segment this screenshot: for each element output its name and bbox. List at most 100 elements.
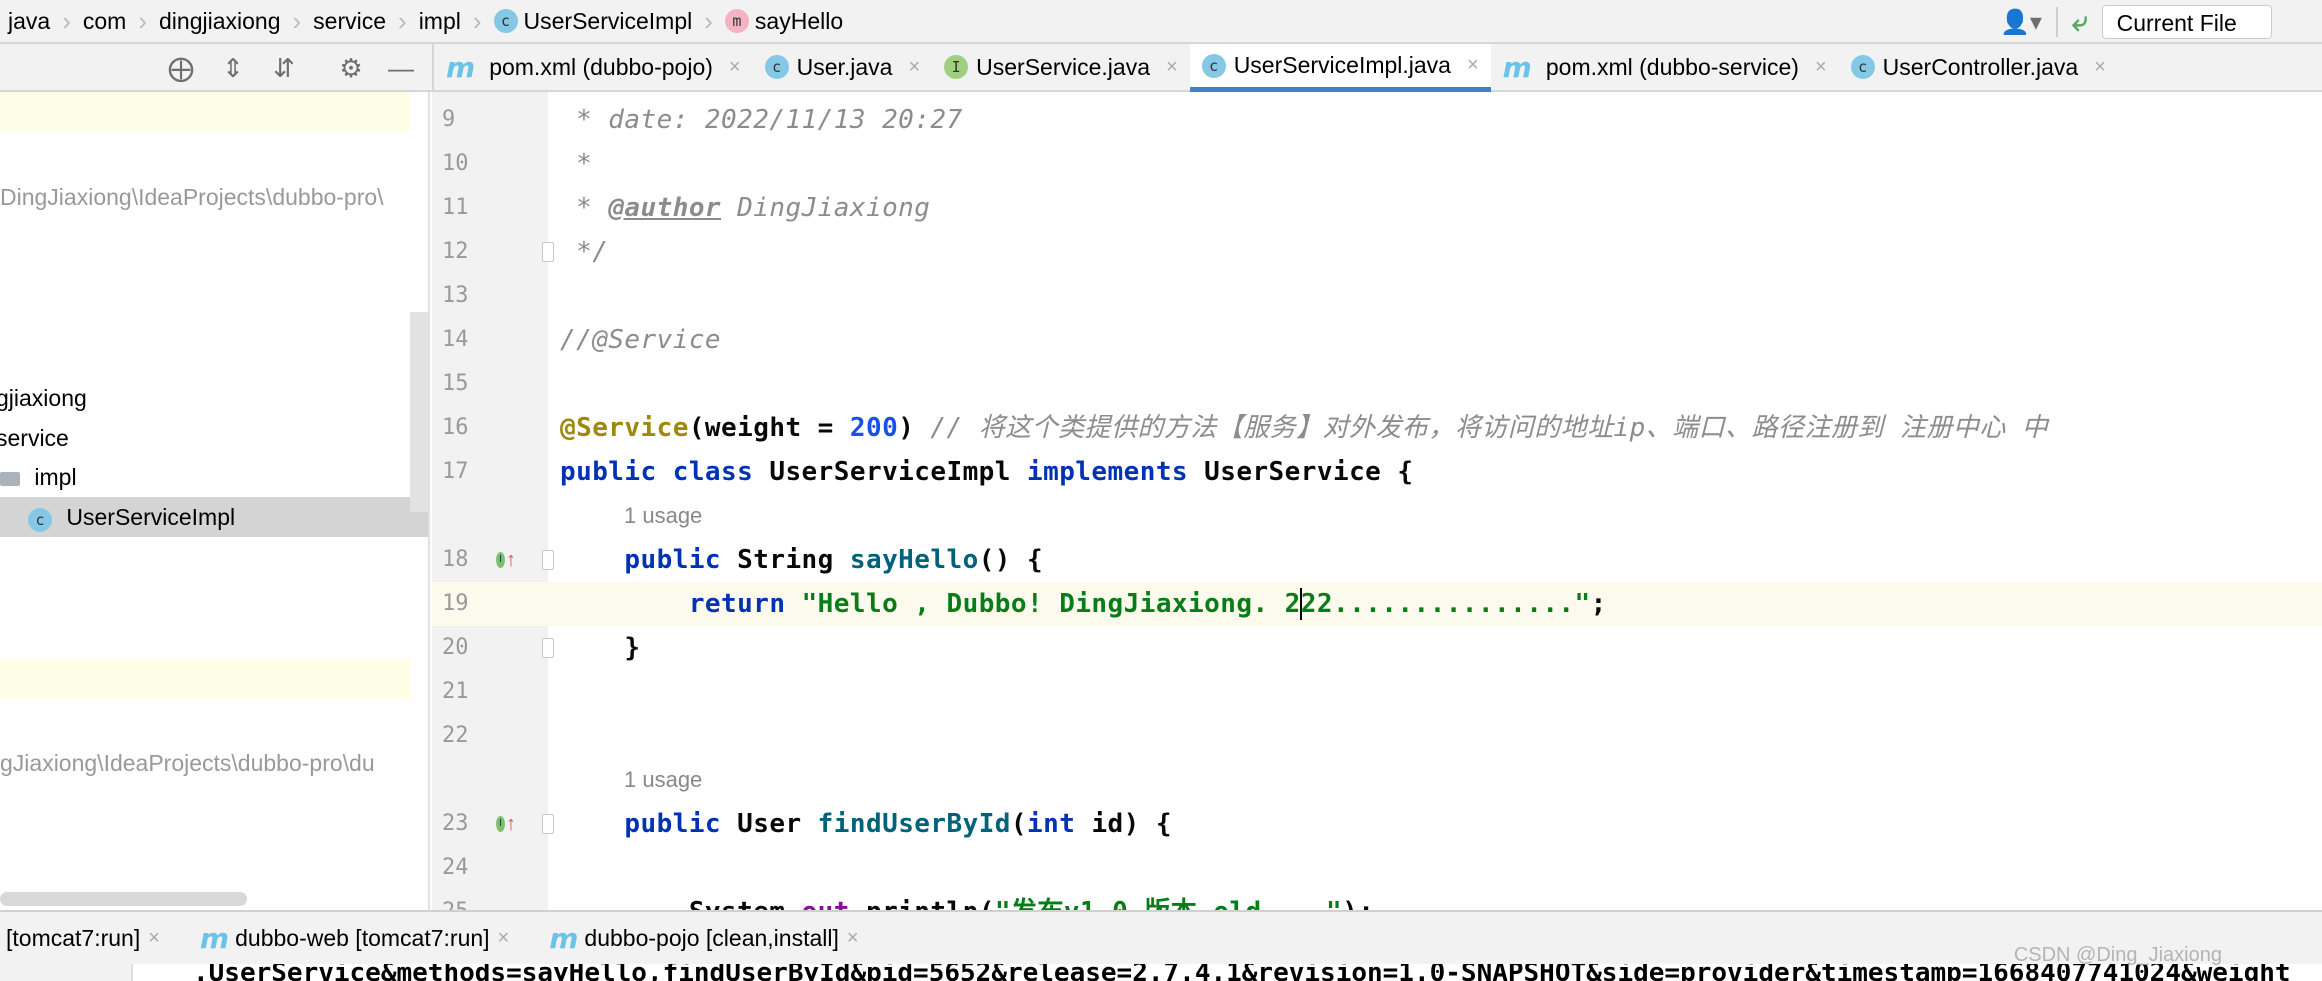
close-icon[interactable]: ×	[2094, 56, 2106, 79]
class-icon: c	[493, 9, 518, 33]
class-icon: c	[1201, 53, 1226, 78]
token-annotation: @Service	[560, 413, 689, 443]
close-icon[interactable]: ×	[148, 927, 160, 950]
usage-hint[interactable]: 1 usage	[624, 494, 702, 538]
chevron-right-icon: ›	[62, 5, 71, 36]
code-line: 12 */	[432, 230, 2322, 274]
close-icon[interactable]: ×	[1815, 56, 1827, 79]
code-line: 14 //@Service	[432, 318, 2322, 362]
token-field: out	[802, 897, 850, 910]
maven-icon: m	[1502, 50, 1532, 84]
class-icon: c	[764, 55, 789, 79]
fold-icon[interactable]	[542, 242, 554, 262]
collapse-all-icon[interactable]: ⇵	[268, 52, 300, 84]
token-plain: id) {	[1091, 809, 1172, 839]
implements-icon[interactable]: I ↑	[496, 549, 516, 571]
line-number: 12	[442, 239, 469, 264]
token-plain: .println(	[850, 897, 995, 910]
token-plain: () {	[978, 545, 1044, 575]
vertical-scrollbar[interactable]	[410, 312, 428, 512]
breadcrumb-item[interactable]: com	[83, 8, 126, 35]
run-tab[interactable]: m dubbo-pojo [clean,install] ×	[549, 922, 858, 955]
tree-row-impl[interactable]: impl	[0, 457, 410, 497]
run-panel: [tomcat7:run] × m dubbo-web [tomcat7:run] × m…	[0, 910, 2322, 981]
breadcrumb-item[interactable]: dingjiaxiong	[159, 8, 280, 35]
horizontal-scrollbar[interactable]	[0, 892, 247, 906]
fold-icon[interactable]	[542, 550, 554, 570]
breadcrumb-label: com	[82, 7, 127, 34]
code-line: 13	[432, 274, 2322, 318]
maven-icon: m	[446, 50, 476, 84]
code-text: @Service(weight = 200) // 将这个类提供的方法【服务】对…	[560, 406, 2048, 450]
tab-pom-xml-dubbo-pojo-[interactable]: m pom.xml (dubbo-pojo) ×	[434, 44, 753, 90]
line-number: 22	[442, 723, 469, 748]
tree-row-path[interactable]: DingJiaxiong\IdeaProjects\dubbo-pro\	[0, 177, 410, 217]
fold-icon[interactable]	[542, 814, 554, 834]
code-text: }	[560, 626, 641, 670]
breadcrumb-item[interactable]: c UserServiceImpl	[493, 7, 693, 35]
code-line: 17 public class UserServiceImpl implement…	[432, 450, 2322, 494]
breadcrumb-item[interactable]: service	[313, 8, 386, 35]
run-tab-label: dubbo-web [tomcat7:run]	[235, 924, 490, 951]
locate-icon[interactable]: ⨁	[165, 52, 197, 84]
run-config-select[interactable]: Current File	[2101, 5, 2272, 39]
tab-label: pom.xml (dubbo-service)	[1545, 53, 1799, 80]
token-comment: * date: 2022/11/13 20:27	[560, 105, 963, 135]
close-icon[interactable]: ×	[847, 927, 859, 950]
divider	[2055, 7, 2058, 37]
breadcrumb-item[interactable]: m sayHello	[724, 8, 843, 35]
implements-icon[interactable]: I ↑	[496, 813, 516, 835]
gear-icon[interactable]: ⚙	[335, 52, 367, 84]
breadcrumb-label: UserServiceImpl	[523, 7, 693, 34]
line-number: 17	[442, 459, 469, 484]
watermark: CSDN @Ding_Jiaxiong	[2013, 944, 2222, 966]
close-icon[interactable]: ×	[498, 927, 510, 950]
close-icon[interactable]: ×	[1467, 54, 1479, 77]
tab-userservice-java[interactable]: I UserService.java ×	[932, 44, 1190, 90]
close-icon[interactable]: ×	[1166, 56, 1178, 79]
build-hammer-icon[interactable]: ⤶	[2072, 6, 2088, 39]
run-tab-label: dubbo-pojo [clean,install]	[584, 924, 839, 951]
token-tag: @author	[608, 193, 722, 223]
hide-icon[interactable]: —	[385, 52, 417, 84]
chevron-right-icon: ›	[472, 5, 482, 36]
tree-row-selected[interactable]: c UserServiceImpl	[0, 497, 428, 537]
token-keyword: int	[1027, 809, 1092, 839]
code-editor[interactable]: 9 * date: 2022/11/13 20:27 10 * 11 * @auth…	[432, 92, 2322, 910]
close-icon[interactable]: ×	[729, 56, 741, 79]
fold-icon[interactable]	[542, 638, 554, 658]
code-text: //@Service	[560, 318, 721, 362]
tab-userserviceimpl-java[interactable]: c UserServiceImpl.java ×	[1189, 44, 1491, 92]
line-number: 23	[442, 811, 469, 836]
tab-usercontroller-java[interactable]: c UserController.java ×	[1839, 44, 2118, 90]
code-text: return "Hello , Dubbo! DingJiaxiong. 222…	[560, 582, 1607, 626]
tab-pom-xml-dubbo-service-[interactable]: m pom.xml (dubbo-service) ×	[1491, 44, 1839, 90]
code-text: public String sayHello() {	[560, 538, 1043, 582]
usage-hint[interactable]: 1 usage	[624, 758, 702, 802]
run-tabs: [tomcat7:run] × m dubbo-web [tomcat7:run] × m…	[0, 912, 2322, 964]
code-line: 9 * date: 2022/11/13 20:27	[432, 98, 2322, 142]
code-line: 23 I ↑ public User findUserById(int id) {	[432, 802, 2322, 846]
line-number: 11	[442, 195, 469, 220]
token-keyword: implements	[1027, 457, 1205, 487]
token-plain: );	[1342, 897, 1374, 910]
user-icon[interactable]: 👤▾	[2000, 8, 2042, 37]
text-cursor	[1300, 588, 1302, 620]
code-line: 25 System.out.println("发布v1.0 版本 old ...…	[432, 890, 2322, 910]
console[interactable]: .UserService&methods=sayHello,findUserBy…	[0, 964, 2322, 981]
tree-label: UserServiceImpl	[66, 504, 236, 530]
breadcrumb-item[interactable]: java	[8, 8, 50, 35]
token-method: sayHello	[849, 545, 979, 575]
tree-row-package[interactable]: gjiaxiong	[0, 378, 406, 418]
run-tab[interactable]: [tomcat7:run] ×	[6, 925, 160, 952]
tab-user-java[interactable]: c User.java ×	[753, 44, 933, 90]
expand-all-icon[interactable]: ⇕	[217, 52, 249, 84]
tree-row-path[interactable]: gJiaxiong\IdeaProjects\dubbo-pro\du	[0, 743, 410, 783]
tree-row-service[interactable]: service	[0, 418, 406, 458]
run-tab[interactable]: m dubbo-web [tomcat7:run] ×	[200, 922, 509, 955]
tab-label: User.java	[796, 53, 893, 80]
breadcrumb-label: dingjiaxiong	[159, 7, 281, 34]
token-plain: User	[737, 809, 818, 839]
close-icon[interactable]: ×	[908, 56, 920, 79]
breadcrumb-item[interactable]: impl	[419, 8, 461, 35]
